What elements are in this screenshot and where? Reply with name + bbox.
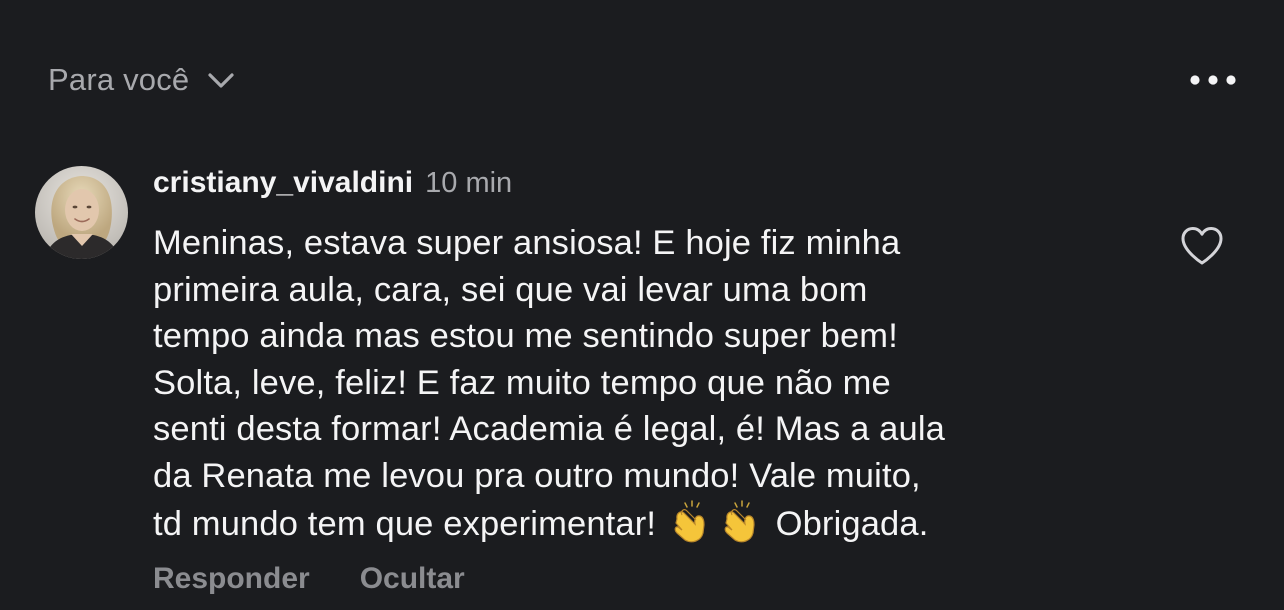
comment-line: Meninas, estava super ansiosa! E hoje fi… bbox=[153, 224, 901, 262]
comment-timestamp: 10 min bbox=[425, 167, 513, 199]
comment-text: Meninas, estava super ansiosa! E hoje fi… bbox=[153, 220, 1143, 548]
hide-button[interactable]: Ocultar bbox=[360, 562, 465, 596]
comment-screen: Para você cristiany_vivaldini 10 min Men… bbox=[0, 0, 1284, 610]
like-button[interactable] bbox=[1176, 222, 1228, 270]
feed-filter-label: Para você bbox=[48, 62, 190, 97]
reply-button[interactable]: Responder bbox=[153, 562, 310, 596]
feed-filter-dropdown[interactable]: Para você bbox=[48, 56, 235, 104]
username-link[interactable]: cristiany_vivaldini bbox=[153, 166, 413, 200]
chevron-down-icon bbox=[207, 67, 235, 95]
clapping-hands-emoji bbox=[718, 499, 764, 545]
comment-line-end: Obrigada. bbox=[775, 505, 929, 543]
comment-line-start: td mundo tem que experimentar! bbox=[153, 505, 657, 543]
avatar[interactable] bbox=[35, 166, 128, 259]
comment-line-last: td mundo tem que experimentar! Obrigada. bbox=[153, 499, 1143, 548]
comment-line: da Renata me levou pra outro mundo! Vale… bbox=[153, 456, 921, 495]
comment-line: Solta, leve, feliz! E faz muito tempo qu… bbox=[153, 363, 891, 402]
comment-actions: Responder Ocultar bbox=[153, 562, 465, 596]
more-options-button[interactable] bbox=[1188, 60, 1238, 100]
clapping-hands-emoji bbox=[668, 499, 714, 545]
comment-line: senti desta formar! Academia é legal, é!… bbox=[153, 410, 945, 448]
more-horizontal-icon bbox=[1190, 75, 1236, 85]
heart-outline-icon bbox=[1181, 227, 1223, 265]
comment-header: cristiany_vivaldini 10 min bbox=[153, 166, 512, 208]
comment-line: primeira aula, cara, sei que vai levar u… bbox=[153, 270, 868, 309]
comment-line: tempo ainda mas estou me sentindo super … bbox=[153, 317, 898, 355]
